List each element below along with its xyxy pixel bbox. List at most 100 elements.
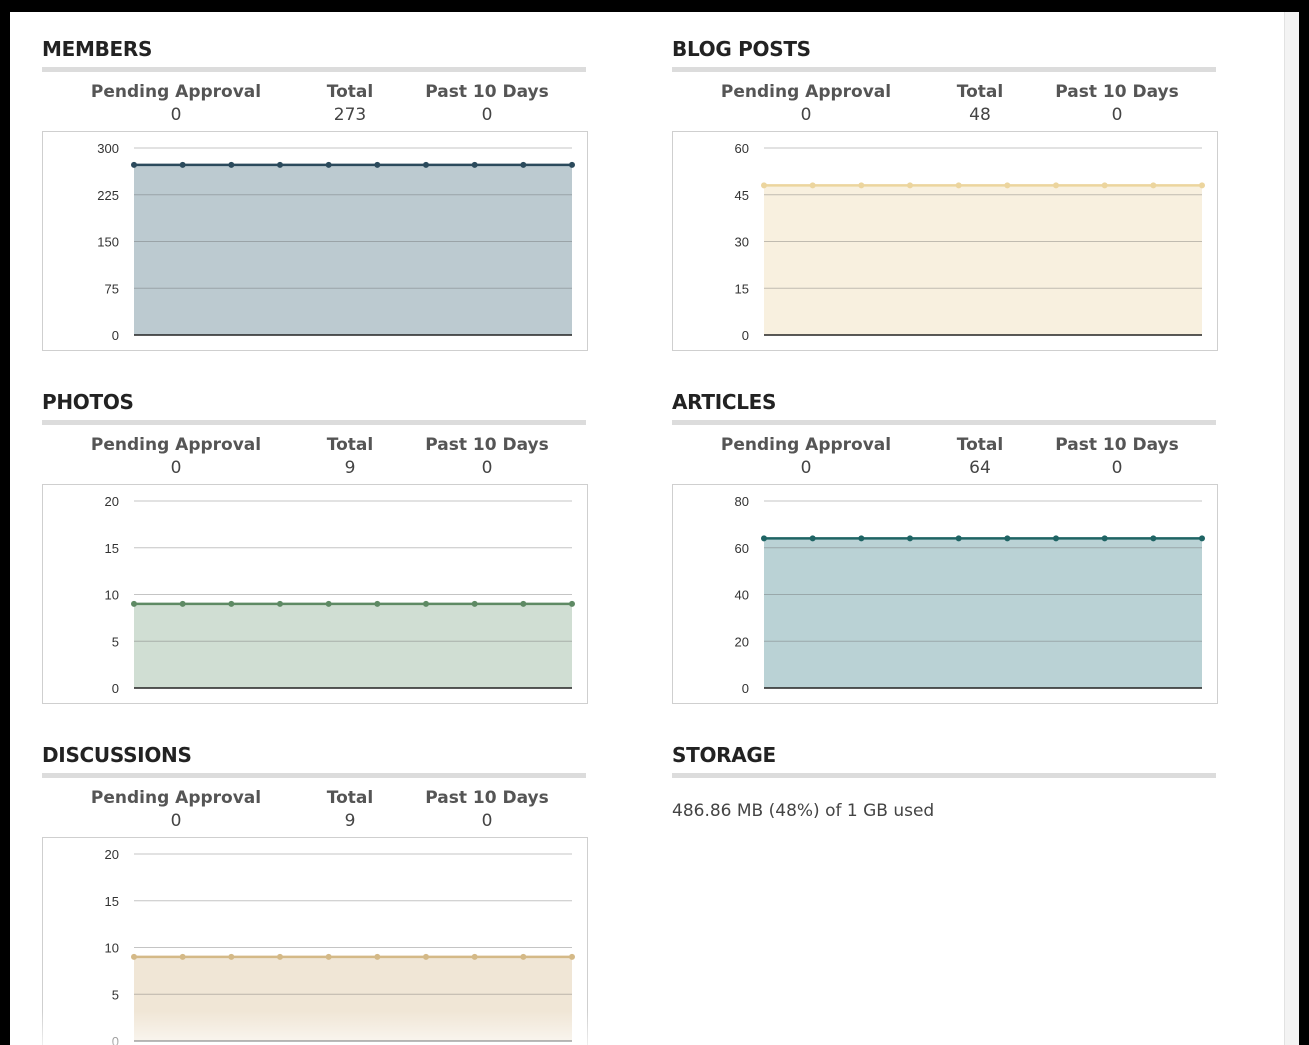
- data-point[interactable]: [907, 182, 913, 189]
- pending-approval-label: Pending Approval: [90, 788, 262, 808]
- data-point[interactable]: [1150, 182, 1157, 189]
- area-fill: [134, 956, 572, 1041]
- blog-posts-pending-stat: Pending Approval 0: [706, 81, 906, 127]
- storage-divider: [672, 773, 1216, 778]
- data-point[interactable]: [179, 953, 186, 960]
- past-10-days-label: Past 10 Days: [425, 82, 549, 102]
- data-point[interactable]: [569, 953, 575, 960]
- data-point[interactable]: [955, 182, 962, 189]
- past-10-days-value: 0: [1111, 105, 1123, 125]
- area-fill: [764, 538, 1202, 688]
- y-tick-label: 300: [97, 141, 119, 156]
- y-tick-label: 20: [735, 634, 749, 649]
- y-tick-label: 225: [97, 188, 119, 203]
- data-point[interactable]: [858, 535, 865, 542]
- past-10-days-label: Past 10 Days: [1055, 82, 1179, 102]
- y-tick-label: 40: [735, 588, 749, 603]
- data-point[interactable]: [471, 161, 478, 168]
- photos-pending-stat: Pending Approval 0: [76, 434, 276, 480]
- pending-approval-value: 0: [170, 811, 182, 831]
- past-10-days-label: Past 10 Days: [1055, 435, 1179, 455]
- data-point[interactable]: [1150, 535, 1157, 542]
- discussions-chart-svg: 0 5 10 15 20: [105, 847, 575, 1045]
- blog-posts-past-stat: Past 10 Days 0: [1017, 81, 1217, 127]
- data-point[interactable]: [761, 535, 767, 542]
- y-tick-label: 15: [105, 541, 119, 556]
- data-point[interactable]: [423, 953, 429, 960]
- data-point[interactable]: [1053, 535, 1059, 542]
- discussions-past-stat: Past 10 Days 0: [387, 787, 587, 833]
- discussions-pending-stat: Pending Approval 0: [76, 787, 276, 833]
- window-edge: [1299, 0, 1309, 1045]
- data-point[interactable]: [1004, 182, 1011, 189]
- data-point[interactable]: [179, 161, 186, 168]
- past-10-days-label: Past 10 Days: [425, 788, 549, 808]
- pending-approval-value: 0: [800, 105, 812, 125]
- articles-title: ARTICLES: [672, 390, 777, 414]
- y-tick-label: 5: [112, 634, 119, 649]
- data-point[interactable]: [569, 600, 575, 607]
- data-point[interactable]: [761, 182, 767, 189]
- data-point[interactable]: [423, 600, 429, 607]
- data-point[interactable]: [471, 953, 478, 960]
- data-point[interactable]: [131, 600, 137, 607]
- data-point[interactable]: [809, 535, 816, 542]
- y-tick-label: 0: [112, 681, 119, 696]
- data-point[interactable]: [520, 600, 527, 607]
- members-title: MEMBERS: [42, 37, 153, 61]
- data-point[interactable]: [228, 600, 235, 607]
- past-10-days-value: 0: [481, 458, 493, 478]
- data-point[interactable]: [374, 161, 381, 168]
- data-point[interactable]: [228, 161, 235, 168]
- y-tick-label: 0: [742, 328, 749, 343]
- photos-past-stat: Past 10 Days 0: [387, 434, 587, 480]
- data-point[interactable]: [179, 600, 186, 607]
- data-point[interactable]: [1101, 535, 1108, 542]
- data-point[interactable]: [1053, 182, 1059, 189]
- data-point[interactable]: [374, 600, 381, 607]
- y-tick-label: 20: [105, 494, 119, 509]
- data-point[interactable]: [325, 600, 332, 607]
- y-tick-label: 5: [112, 987, 119, 1002]
- photos-chart-svg: 0 5 10 15 20: [105, 494, 575, 696]
- data-point[interactable]: [374, 953, 381, 960]
- blog-posts-divider: [672, 67, 1216, 72]
- vertical-scrollbar[interactable]: [1284, 12, 1300, 1045]
- data-point[interactable]: [325, 161, 332, 168]
- data-point[interactable]: [131, 953, 137, 960]
- data-point[interactable]: [858, 182, 865, 189]
- past-10-days-label: Past 10 Days: [425, 435, 549, 455]
- storage-title: STORAGE: [672, 743, 776, 767]
- data-point[interactable]: [228, 953, 235, 960]
- data-point[interactable]: [520, 953, 527, 960]
- discussions-title: DISCUSSIONS: [42, 743, 192, 767]
- pending-approval-label: Pending Approval: [720, 82, 892, 102]
- articles-pending-stat: Pending Approval 0: [706, 434, 906, 480]
- data-point[interactable]: [907, 535, 913, 542]
- data-point[interactable]: [1199, 182, 1205, 189]
- articles-chart: 0 20 40 60 80: [672, 484, 1218, 704]
- y-tick-label: 0: [112, 328, 119, 343]
- data-point[interactable]: [325, 953, 332, 960]
- data-point[interactable]: [131, 161, 137, 168]
- data-point[interactable]: [955, 535, 962, 542]
- data-point[interactable]: [569, 161, 575, 168]
- data-point[interactable]: [520, 161, 527, 168]
- data-point[interactable]: [471, 600, 478, 607]
- data-point[interactable]: [277, 953, 283, 960]
- members-chart-svg: 0 75 150 225 300: [97, 141, 575, 343]
- data-point[interactable]: [277, 161, 283, 168]
- pending-approval-value: 0: [800, 458, 812, 478]
- data-point[interactable]: [277, 600, 283, 607]
- y-tick-label: 20: [105, 847, 119, 862]
- members-chart: 0 75 150 225 300: [42, 131, 588, 351]
- data-point[interactable]: [423, 161, 429, 168]
- data-point[interactable]: [1199, 535, 1205, 542]
- data-point[interactable]: [1004, 535, 1011, 542]
- data-point[interactable]: [809, 182, 816, 189]
- discussions-chart: 0 5 10 15 20: [42, 837, 588, 1045]
- data-point[interactable]: [1101, 182, 1108, 189]
- storage-usage-text: 486.86 MB (48%) of 1 GB used: [672, 801, 935, 821]
- y-tick-label: 10: [105, 588, 119, 603]
- area-fill: [764, 185, 1202, 335]
